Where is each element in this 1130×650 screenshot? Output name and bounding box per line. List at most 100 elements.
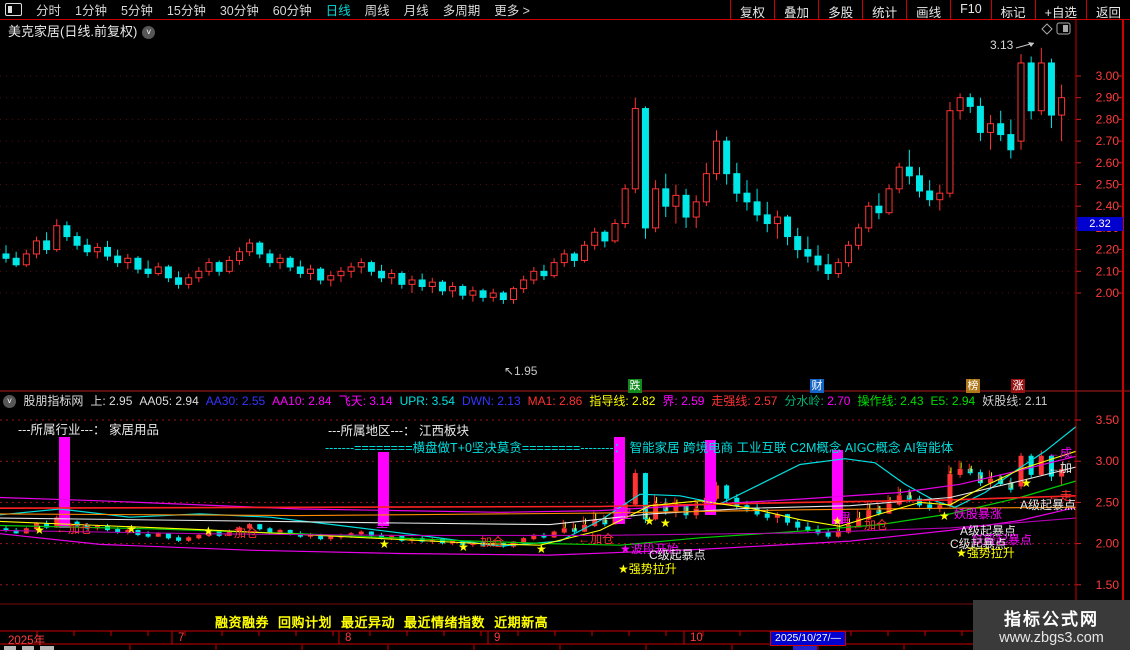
app-window: ★ ★ ★ ★ ★ ★ ★ ★ ★ ★ ★ 3.00 2.90 2.80 2.70 2.60 2.50 2.40 2… <box>0 0 1130 650</box>
price-axis-label: 2.60 <box>1096 156 1120 170</box>
candle <box>104 246 111 257</box>
candle <box>499 292 507 301</box>
action-button-复权[interactable]: 复权 <box>730 0 774 20</box>
candle <box>43 240 51 251</box>
candle <box>93 246 101 253</box>
signal-star: ★ <box>379 537 390 551</box>
bottom-link-最近情绪指数[interactable]: 最近情绪指数 <box>404 615 485 630</box>
indicator-axis-label: 2.50 <box>1096 495 1120 509</box>
marker-badge-跌[interactable]: 跌 <box>628 379 642 393</box>
candle <box>32 240 40 255</box>
period-item-60分钟[interactable]: 60分钟 <box>273 0 312 19</box>
candle <box>1007 134 1015 151</box>
action-button-统计[interactable]: 统计 <box>862 0 906 20</box>
signal-label: ←加仓 <box>468 535 505 549</box>
chart-title: 美克家居(日线.前复权) <box>8 24 138 39</box>
candle <box>489 292 497 298</box>
indicator-value-界: 界: 2.59 <box>662 394 705 408</box>
candle <box>428 281 436 287</box>
action-button-+自选[interactable]: +自选 <box>1034 0 1086 20</box>
candle <box>408 279 416 285</box>
candle <box>692 201 700 218</box>
period-item-分时[interactable]: 分时 <box>36 0 61 19</box>
candle <box>276 257 284 264</box>
candle <box>510 288 517 301</box>
candle <box>175 277 183 285</box>
candle <box>601 231 609 242</box>
chevron-down-icon[interactable]: ˅ <box>142 26 156 40</box>
period-item-周线[interactable]: 周线 <box>365 0 390 19</box>
action-button-标记[interactable]: 标记 <box>990 0 1035 20</box>
current-price-tag: 2.32 <box>1077 217 1123 231</box>
candle <box>733 173 741 194</box>
action-button-返回[interactable]: 返回 <box>1085 0 1130 20</box>
candle <box>73 236 81 246</box>
bottom-link-近期新高[interactable]: 近期新高 <box>494 615 548 630</box>
marker-badge-涨[interactable]: 涨 <box>1011 379 1025 393</box>
low-price-annotation: ↖1.95 <box>504 364 538 378</box>
candle <box>185 277 193 285</box>
action-button-画线[interactable]: 画线 <box>906 0 950 20</box>
watermark-title: 指标公式网 <box>1004 609 1099 629</box>
signal-label: A级起暴点 <box>1020 498 1077 512</box>
price-axis-label: 2.00 <box>1096 286 1120 300</box>
period-item-月线[interactable]: 月线 <box>404 0 429 19</box>
action-button-F10[interactable]: F10 <box>950 0 991 19</box>
candle <box>895 166 903 190</box>
bottom-link-最近异动[interactable]: 最近异动 <box>341 615 395 630</box>
signal-label: ★强势拉升 <box>956 546 1015 560</box>
candle <box>936 192 944 201</box>
action-menu: 复权 叠加 多股 统计 画线 F10 标记 +自选 返回 <box>730 0 1130 20</box>
indicator-value-UPR: UPR: 3.54 <box>399 394 455 408</box>
candle <box>1027 62 1035 112</box>
marker-badge-榜[interactable]: 榜 <box>966 379 980 393</box>
signal-star: ★ <box>203 524 214 538</box>
top-toolbar: 分时 1分钟 5分钟 15分钟 30分钟 60分钟 日线 周线 月线 多周期 更多 > 复权 叠加 多股… <box>0 0 1130 20</box>
candle <box>611 223 619 242</box>
period-item-30分钟[interactable]: 30分钟 <box>220 0 259 19</box>
marker-badge-财[interactable]: 财 <box>810 379 824 393</box>
candle <box>205 262 213 272</box>
candle <box>164 266 172 279</box>
high-price-annotation: 3.13 <box>990 38 1014 52</box>
period-item-15分钟[interactable]: 15分钟 <box>167 0 206 19</box>
period-item-5分钟[interactable]: 5分钟 <box>121 0 153 19</box>
signal-label: ←加 <box>1048 461 1073 475</box>
action-button-叠加[interactable]: 叠加 <box>774 0 818 20</box>
candle <box>1017 62 1025 142</box>
signal-label: 里 <box>703 497 716 511</box>
candle <box>327 275 335 281</box>
year-label: 2025年 <box>8 635 46 647</box>
indicator-value-AA30: AA30: 2.55 <box>205 394 266 408</box>
candle <box>560 253 568 264</box>
candle <box>195 270 203 279</box>
signal-label: ←加仓 <box>222 526 259 540</box>
indicator-value-AA10: AA10: 2.84 <box>272 394 332 408</box>
candle <box>307 268 314 274</box>
candle <box>885 188 893 214</box>
price-axis-label: 3.00 <box>1096 69 1120 83</box>
title-row: 美克家居(日线.前复权) ˅ <box>8 21 156 40</box>
period-item-1分钟[interactable]: 1分钟 <box>75 0 107 19</box>
period-item-多周期[interactable]: 多周期 <box>443 0 481 19</box>
indicator-axis-label: 2.00 <box>1096 537 1120 551</box>
bottom-link-融资融券[interactable]: 融资融券 <box>215 615 269 630</box>
candle <box>581 244 589 261</box>
candle <box>682 194 690 218</box>
candle <box>763 214 771 225</box>
signal-label: ★强势拉升 <box>618 562 677 576</box>
diamond-marker-icon[interactable] <box>1041 23 1053 35</box>
period-item-更多 >[interactable]: 更多 > <box>494 0 530 19</box>
panel-toggle-icon[interactable] <box>5 3 22 16</box>
signal-star: ★ <box>34 523 45 537</box>
period-item-日线[interactable]: 日线 <box>326 0 351 19</box>
signal-star: ★ <box>536 542 547 556</box>
watermark-box: 指标公式网 www.zbgs3.com <box>973 600 1130 650</box>
candle <box>438 281 446 292</box>
candle <box>875 205 883 214</box>
candle <box>834 262 842 274</box>
indicator-value-妖股线: 妖股线: 2.11 <box>982 394 1048 408</box>
chevron-down-icon[interactable]: ˅ <box>3 395 16 409</box>
bottom-link-回购计划[interactable]: 回购计划 <box>278 615 332 630</box>
action-button-多股[interactable]: 多股 <box>818 0 862 20</box>
